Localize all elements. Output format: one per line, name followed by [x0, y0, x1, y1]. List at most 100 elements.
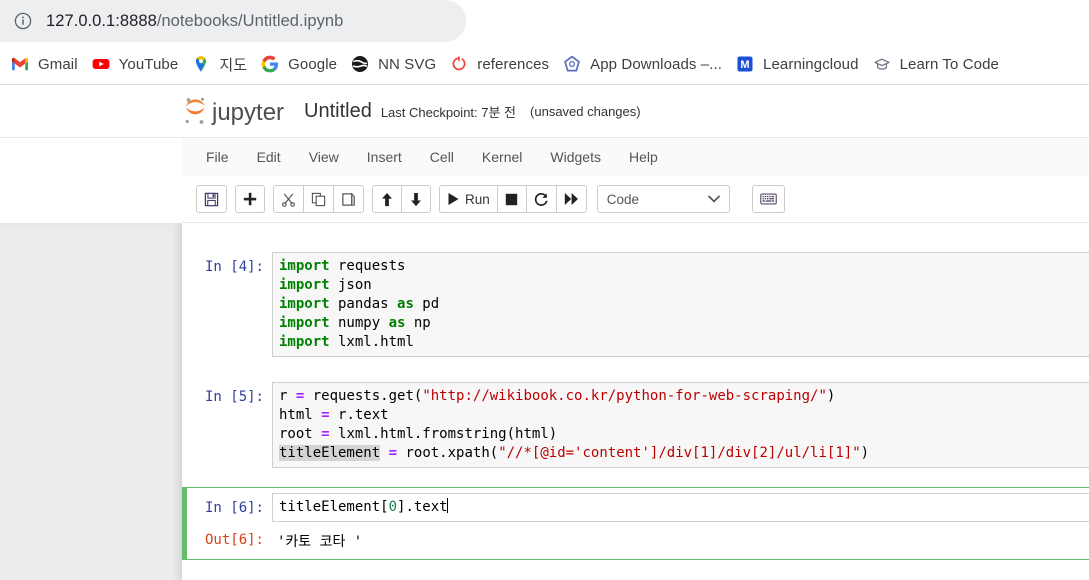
code-editor[interactable]: r = requests.get("http://wikibook.co.kr/… [272, 382, 1089, 468]
fast-forward-icon [564, 193, 578, 205]
svg-text:M: M [740, 59, 749, 71]
code-cell-3[interactable]: In [6]: titleElement[0].text Out[6]: '카토… [182, 487, 1089, 560]
bookmark-nn-svg[interactable]: NN SVG [344, 50, 443, 78]
menu-help[interactable]: Help [615, 139, 672, 176]
bookmark-references[interactable]: references [443, 50, 556, 78]
move-cell-down-button[interactable] [401, 185, 431, 213]
restart-and-run-all-button[interactable] [555, 185, 587, 213]
bookmark-label: Google [288, 55, 338, 73]
scissors-icon [282, 193, 295, 207]
command-palette-button[interactable] [751, 185, 785, 213]
notebook-header: jupyter Untitled Last Checkpoint: 7분 전 (… [0, 85, 1089, 138]
code-editor[interactable]: titleElement[0].text [272, 493, 1089, 522]
site-info-icon[interactable] [14, 12, 32, 30]
bookmark-overflow-sliver[interactable] [0, 55, 2, 73]
notebook-body: In [4]: import requests import json impo… [0, 223, 1089, 580]
text-cursor [446, 498, 448, 513]
bookmark-label: NN SVG [378, 55, 437, 73]
save-button[interactable] [196, 185, 227, 213]
code-line: titleElement[0].text [279, 498, 448, 515]
bookmark-label: YouTube [118, 55, 179, 73]
play-icon [448, 193, 459, 205]
last-checkpoint-label: Last Checkpoint: 7분 전 [380, 104, 517, 120]
toolbar-group-insert [235, 185, 265, 213]
code-line: import pandas as pd [279, 296, 440, 312]
references-icon [450, 55, 468, 73]
cell-output: '카토 코타 ' [272, 529, 1089, 554]
interrupt-kernel-button[interactable] [496, 185, 527, 213]
youtube-icon [92, 55, 110, 73]
google-maps-icon [192, 55, 210, 73]
bookmark-google[interactable]: Google [254, 50, 344, 78]
bookmark-learn-to-code[interactable]: Learn To Code [866, 50, 1006, 78]
insert-cell-below-button[interactable] [235, 185, 265, 213]
toolbar-group-run: Run [439, 185, 587, 213]
bookmark-learningcloud[interactable]: M Learningcloud [729, 50, 866, 78]
nn-svg-icon [351, 55, 369, 73]
menu-edit[interactable]: Edit [243, 139, 295, 176]
bookmark-maps[interactable]: 지도 [185, 50, 254, 78]
plus-icon [243, 192, 257, 206]
app-downloads-icon [563, 55, 581, 73]
run-button-label: Run [465, 191, 490, 207]
menu-widgets[interactable]: Widgets [536, 139, 615, 176]
chevron-down-icon [707, 190, 720, 208]
bookmarks-bar: Gmail YouTube 지도 Google NN SVG reference… [0, 44, 1089, 84]
paste-icon [342, 192, 355, 206]
code-cell-2[interactable]: In [5]: r = requests.get("http://wikiboo… [182, 376, 1089, 474]
code-line: import json [279, 277, 372, 293]
bookmark-label: 지도 [219, 56, 248, 74]
menu-view[interactable]: View [295, 139, 353, 176]
notebook-name[interactable]: Untitled [304, 100, 372, 123]
bookmark-gmail[interactable]: Gmail [4, 50, 85, 78]
bookmark-app-downloads[interactable]: App Downloads –... [556, 50, 729, 78]
jupyter-notebook-page: jupyter Untitled Last Checkpoint: 7분 전 (… [0, 85, 1089, 580]
arrow-down-icon [411, 192, 421, 206]
output-text: '카토 코타 ' [277, 534, 363, 550]
bookmark-label: Learn To Code [899, 55, 999, 73]
code-editor[interactable]: import requests import json import panda… [272, 252, 1089, 357]
cell-type-select[interactable]: Code [596, 185, 730, 213]
menu-insert[interactable]: Insert [353, 139, 416, 176]
input-prompt: In [4]: [204, 259, 264, 275]
toolbar-group-clipboard [273, 185, 364, 213]
copy-cells-button[interactable] [303, 185, 334, 213]
code-line: import numpy as np [279, 315, 431, 331]
learn-to-code-icon [873, 55, 891, 73]
copy-icon [311, 192, 326, 206]
browser-chrome: 127.0.0.1:8888/notebooks/Untitled.ipynb … [0, 0, 1089, 85]
input-prompt: In [5]: [204, 389, 264, 405]
output-prompt: Out[6]: [204, 532, 264, 548]
input-prompt: In [6]: [204, 500, 264, 516]
floppy-disk-icon [204, 192, 219, 206]
code-line: root = lxml.html.fromstring(html) [279, 426, 558, 442]
menubar: File Edit View Insert Cell Kernel Widget… [0, 138, 1089, 177]
move-cell-up-button[interactable] [372, 185, 402, 213]
code-cell-1[interactable]: In [4]: import requests import json impo… [182, 246, 1089, 363]
learningcloud-icon: M [736, 55, 754, 73]
code-line: html = r.text [279, 407, 389, 423]
code-line: r = requests.get("http://wikibook.co.kr/… [279, 388, 836, 404]
jupyter-logo-icon[interactable]: jupyter [182, 94, 286, 128]
stop-square-icon [506, 193, 518, 205]
address-bar[interactable]: 127.0.0.1:8888/notebooks/Untitled.ipynb [0, 0, 466, 42]
cut-cells-button[interactable] [273, 185, 304, 213]
run-button[interactable]: Run [439, 185, 498, 213]
cell-type-value: Code [606, 191, 640, 207]
bookmark-label: Gmail [38, 55, 78, 73]
paste-cells-button[interactable] [333, 185, 364, 213]
gmail-icon [11, 55, 29, 73]
menu-kernel[interactable]: Kernel [468, 139, 536, 176]
bookmark-youtube[interactable]: YouTube [85, 50, 186, 78]
arrow-up-icon [382, 192, 392, 206]
bookmark-label: App Downloads –... [590, 55, 723, 73]
toolbar-group-save [196, 185, 227, 213]
restart-kernel-button[interactable] [525, 185, 557, 213]
notebook-container: In [4]: import requests import json impo… [182, 223, 1089, 580]
code-line: import requests [279, 258, 406, 274]
menu-file[interactable]: File [192, 139, 243, 176]
menu-cell[interactable]: Cell [416, 139, 468, 176]
keyboard-icon [759, 193, 777, 205]
svg-text:jupyter: jupyter [211, 99, 284, 126]
code-line: titleElement = root.xpath("//*[@id='cont… [279, 445, 870, 461]
